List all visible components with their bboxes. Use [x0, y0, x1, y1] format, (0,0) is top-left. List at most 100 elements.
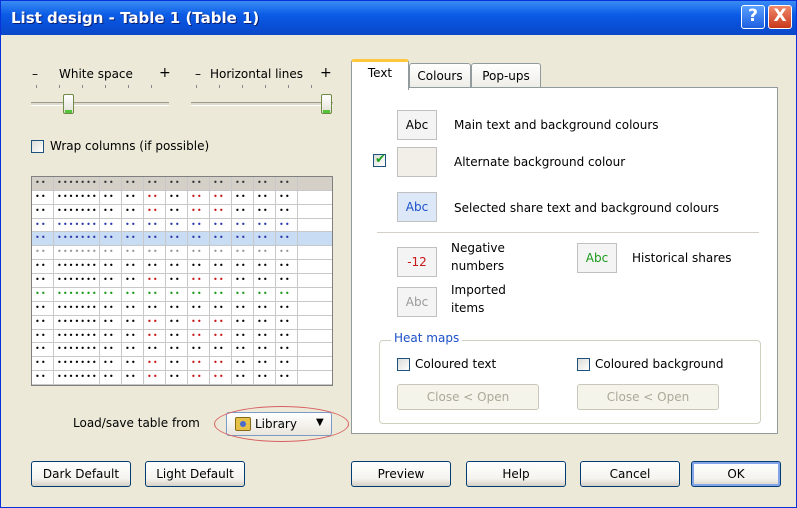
imported-items-swatch[interactable]: Abc [397, 287, 437, 317]
grid-cell: •• [232, 177, 254, 191]
ok-button[interactable]: OK [691, 461, 781, 487]
tick [219, 85, 220, 88]
grid-cell: •• [122, 204, 144, 219]
grid-cell: •• [188, 343, 210, 358]
grid-cell: •• [32, 301, 54, 316]
grid-cell: •• [122, 371, 144, 385]
grid-cell: •• [188, 315, 210, 330]
heat-maps-title: Heat maps [391, 331, 463, 345]
alternate-colour-checkbox[interactable]: ✔ [373, 152, 386, 167]
horizontal-lines-slider-thumb[interactable] [321, 94, 332, 114]
grid-cell: •• [254, 177, 276, 191]
grid-cell: •• [122, 177, 144, 191]
grid-cell: •• [32, 287, 54, 302]
grid-cell: •• [254, 218, 276, 233]
grid-cell: •• [188, 371, 210, 385]
grid-cell: •• [144, 204, 166, 219]
grid-cell: •• [100, 357, 122, 372]
grid-cell: ••••••• [54, 343, 100, 358]
grid-cell: •• [232, 204, 254, 219]
cancel-button[interactable]: Cancel [580, 461, 680, 487]
main-colour-swatch[interactable]: Abc [397, 110, 437, 140]
grid-cell: ••••••• [54, 287, 100, 302]
grid-cell: •• [166, 287, 188, 302]
grid-cell: •• [166, 357, 188, 372]
grid-cell: •• [232, 343, 254, 358]
grid-cell [298, 219, 332, 233]
white-space-track[interactable] [31, 102, 169, 106]
grid-cell: •• [210, 343, 232, 358]
grid-cell: •• [144, 301, 166, 316]
dark-default-button[interactable]: Dark Default [31, 461, 131, 487]
grid-cell [298, 330, 332, 344]
grid-cell: •• [144, 343, 166, 358]
grid-cell: •• [144, 260, 166, 275]
tick [311, 85, 312, 88]
highlight-annotation [214, 406, 349, 442]
grid-cell: ••••••• [54, 274, 100, 288]
grid-cell: •• [144, 357, 166, 372]
light-default-button[interactable]: Light Default [145, 461, 245, 487]
grid-cell: •• [166, 246, 188, 261]
grid-cell: ••••••• [54, 218, 100, 233]
horizontal-lines-track[interactable] [191, 102, 333, 106]
grid-cell [298, 371, 332, 385]
tick [242, 85, 243, 88]
grid-cell: •• [32, 190, 54, 205]
grid-cell: •• [276, 246, 298, 261]
help-title-button[interactable]: ? [741, 5, 765, 29]
white-space-slider-thumb[interactable] [63, 94, 74, 114]
grid-cell: •• [254, 315, 276, 330]
divider [377, 232, 759, 233]
grid-cell: •• [32, 177, 54, 191]
preview-button[interactable]: Preview [351, 461, 451, 487]
grid-cell: •• [122, 357, 144, 372]
grid-cell: •• [32, 357, 54, 372]
wrap-columns-checkbox[interactable] [31, 140, 44, 153]
grid-cell: ••••••• [54, 260, 100, 275]
grid-cell: •• [166, 260, 188, 275]
grid-cell: •• [276, 232, 298, 247]
coloured-background-close-open-button[interactable]: Close < Open [577, 384, 719, 410]
grid-cell: •• [254, 190, 276, 205]
horizontal-lines-label: Horizontal lines [210, 67, 303, 81]
grid-cell: •• [276, 218, 298, 233]
grid-cell: •• [276, 260, 298, 275]
grid-cell: •• [144, 177, 166, 191]
tick [105, 85, 106, 88]
grid-cell: •• [210, 204, 232, 219]
grid-cell: •• [188, 329, 210, 344]
negative-numbers-swatch[interactable]: -12 [397, 247, 437, 277]
coloured-text-close-open-button[interactable]: Close < Open [397, 384, 539, 410]
grid-cell: •• [188, 301, 210, 316]
grid-cell: •• [100, 274, 122, 288]
grid-cell: ••••••• [54, 371, 100, 385]
grid-cell: •• [100, 315, 122, 330]
grid-cell: •• [232, 260, 254, 275]
tab-colours[interactable]: Colours [409, 63, 471, 90]
coloured-background-checkbox[interactable] [577, 358, 590, 371]
grid-cell: •• [100, 329, 122, 344]
grid-cell: •• [144, 371, 166, 385]
help-button[interactable]: Help [466, 461, 566, 487]
grid-cell: •• [232, 301, 254, 316]
grid-cell: •• [254, 204, 276, 219]
close-title-button[interactable]: X [768, 5, 792, 29]
alternate-colour-swatch[interactable] [397, 147, 437, 177]
grid-cell: ••••••• [54, 357, 100, 372]
historical-shares-swatch[interactable]: Abc [577, 243, 617, 273]
grid-cell: •• [276, 177, 298, 191]
grid-cell: •• [276, 204, 298, 219]
grid-cell: •• [276, 315, 298, 330]
tab-popups[interactable]: Pop-ups [471, 63, 541, 90]
grid-cell: •• [122, 246, 144, 261]
load-save-label: Load/save table from [73, 416, 200, 430]
grid-cell: ••••••• [54, 204, 100, 219]
coloured-text-checkbox[interactable] [397, 358, 410, 371]
selected-colour-swatch[interactable]: Abc [397, 192, 437, 222]
grid-cell: •• [32, 260, 54, 275]
tab-text[interactable]: Text [351, 59, 409, 90]
grid-cell: •• [100, 260, 122, 275]
grid-cell: •• [32, 371, 54, 385]
horizontal-lines-minus: – [195, 67, 201, 81]
